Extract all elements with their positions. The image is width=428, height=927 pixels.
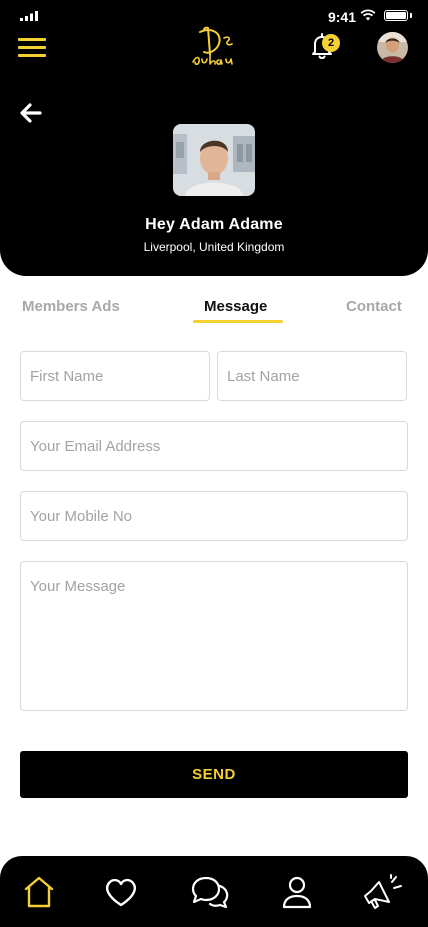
last-name-field[interactable]	[217, 351, 407, 401]
tab-message[interactable]: Message	[204, 298, 267, 315]
menu-icon[interactable]	[18, 38, 46, 58]
send-button[interactable]: SEND	[20, 751, 408, 798]
wifi-icon	[360, 9, 376, 21]
battery-icon	[384, 10, 408, 21]
back-arrow-icon[interactable]	[18, 100, 44, 126]
heart-icon[interactable]	[101, 874, 141, 910]
email-field[interactable]	[20, 421, 408, 471]
notification-badge: 2	[322, 34, 340, 52]
profile-name: Hey Adam Adame	[145, 216, 283, 233]
profile-location: Liverpool, United Kingdom	[143, 240, 285, 254]
signal-icon	[20, 11, 38, 21]
home-icon[interactable]	[19, 874, 59, 910]
brand-logo	[192, 26, 233, 66]
status-time: 9:41	[327, 9, 356, 25]
mobile-field[interactable]	[20, 491, 408, 541]
profile-photo	[173, 124, 255, 196]
bottom-nav	[0, 856, 428, 927]
tab-members-ads[interactable]: Members Ads	[22, 298, 120, 315]
tab-contact[interactable]: Contact	[346, 298, 402, 315]
user-icon[interactable]	[277, 874, 317, 910]
battery-tip	[410, 13, 412, 18]
megaphone-icon[interactable]	[361, 874, 405, 910]
user-avatar[interactable]	[377, 32, 408, 63]
profile-header: 9:41 2 Hey Adam Adame Liverpool, United …	[0, 0, 428, 276]
contact-screen: 9:41 2 Hey Adam Adame Liverpool, United …	[0, 0, 428, 927]
message-field[interactable]	[20, 561, 408, 711]
first-name-field[interactable]	[20, 351, 210, 401]
chat-icon[interactable]	[190, 874, 230, 910]
active-tab-indicator	[193, 320, 283, 323]
